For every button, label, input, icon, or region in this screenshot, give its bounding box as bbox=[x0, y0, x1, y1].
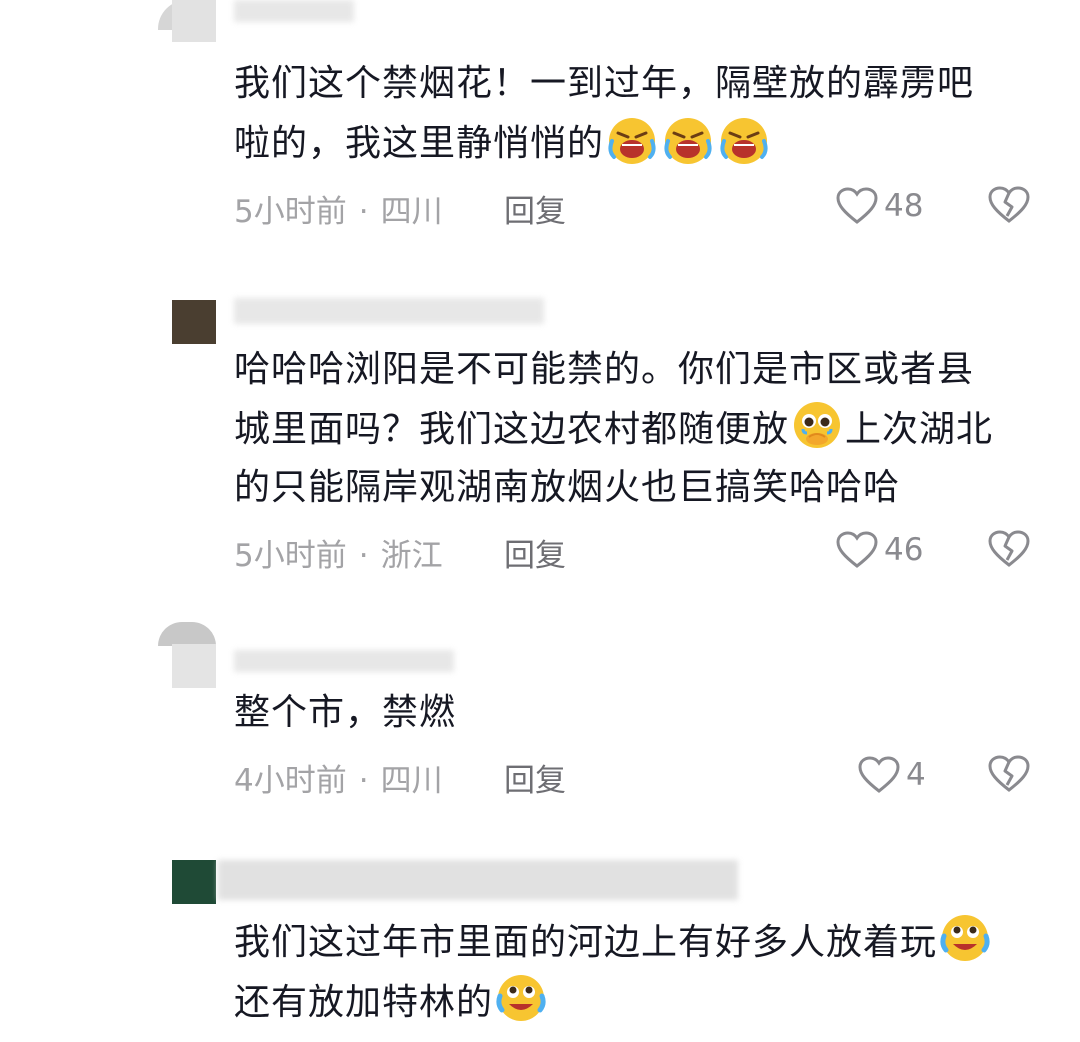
comment-meta: 5小时前 · 浙江 bbox=[234, 530, 443, 575]
location: 浙江 bbox=[380, 538, 443, 574]
heart-icon bbox=[836, 187, 878, 225]
timestamp: 5小时前 bbox=[234, 194, 347, 230]
comment-line: 上次湖北 bbox=[845, 409, 994, 450]
reply-button[interactable]: 回复 bbox=[504, 186, 566, 231]
broken-heart-icon bbox=[988, 186, 1030, 228]
avatar[interactable] bbox=[172, 860, 216, 904]
holding-back-tears-icon bbox=[791, 399, 843, 451]
comment-line: 还有放加特林的 bbox=[234, 982, 494, 1023]
dislike-button[interactable] bbox=[988, 530, 1032, 570]
timestamp: 4小时前 bbox=[234, 763, 347, 799]
username-blurred[interactable] bbox=[234, 298, 544, 324]
tears-of-joy-icon bbox=[939, 912, 991, 964]
comment-text: 我们这个禁烟花！一到过年，隔壁放的霹雳吧 啦的，我这里静悄悄的 bbox=[234, 55, 1034, 173]
meta-separator: · bbox=[358, 538, 369, 574]
comment-line: 整个市，禁燃 bbox=[234, 692, 457, 733]
username-blurred[interactable] bbox=[218, 860, 738, 900]
location: 四川 bbox=[380, 763, 443, 799]
like-button[interactable]: 48 bbox=[836, 186, 923, 226]
dislike-button[interactable] bbox=[988, 186, 1032, 226]
heart-icon bbox=[836, 531, 878, 569]
comment-meta: 4小时前 · 四川 bbox=[234, 755, 443, 800]
reply-button[interactable]: 回复 bbox=[504, 530, 566, 575]
comment-line: 哈哈哈浏阳是不可能禁的。你们是市区或者县 bbox=[234, 349, 975, 390]
comment-line: 的只能隔岸观湖南放烟火也巨搞笑哈哈哈 bbox=[234, 467, 901, 508]
avatar-blur bbox=[172, 0, 216, 42]
reply-button[interactable]: 回复 bbox=[504, 755, 566, 800]
like-button[interactable]: 46 bbox=[836, 530, 923, 570]
comment-line: 啦的，我这里静悄悄的 bbox=[234, 123, 605, 164]
avatar[interactable] bbox=[158, 622, 216, 688]
avatar[interactable] bbox=[172, 300, 216, 344]
comment-text: 整个市，禁燃 bbox=[234, 684, 1034, 742]
broken-heart-icon bbox=[988, 755, 1030, 797]
tears-of-joy-icon bbox=[495, 972, 547, 1024]
like-button[interactable]: 4 bbox=[858, 755, 926, 795]
meta-separator: · bbox=[358, 763, 369, 799]
crying-face-icon bbox=[606, 113, 658, 165]
comment-text: 哈哈哈浏阳是不可能禁的。你们是市区或者县 城里面吗？我们这边农村都随便放 上次湖北… bbox=[234, 341, 1034, 517]
crying-face-icon bbox=[718, 113, 770, 165]
dislike-button[interactable] bbox=[988, 755, 1032, 795]
broken-heart-icon bbox=[988, 530, 1030, 572]
comment-text: 我们这过年市里面的河边上有好多人放着玩 还有放加特林的 bbox=[234, 912, 1034, 1032]
like-count: 46 bbox=[884, 532, 924, 568]
username-blurred[interactable] bbox=[234, 0, 354, 22]
meta-separator: · bbox=[358, 194, 369, 230]
like-count: 4 bbox=[906, 757, 926, 793]
comment-line: 城里面吗？我们这边农村都随便放 bbox=[234, 409, 790, 450]
location: 四川 bbox=[380, 194, 443, 230]
comment-line: 我们这过年市里面的河边上有好多人放着玩 bbox=[234, 922, 938, 963]
comment-line: 我们这个禁烟花！一到过年，隔壁放的霹雳吧 bbox=[234, 63, 975, 104]
comment-meta: 5小时前 · 四川 bbox=[234, 186, 443, 231]
timestamp: 5小时前 bbox=[234, 538, 347, 574]
like-count: 48 bbox=[884, 188, 924, 224]
crying-face-icon bbox=[662, 113, 714, 165]
heart-icon bbox=[858, 756, 900, 794]
username-blurred[interactable] bbox=[234, 650, 454, 672]
